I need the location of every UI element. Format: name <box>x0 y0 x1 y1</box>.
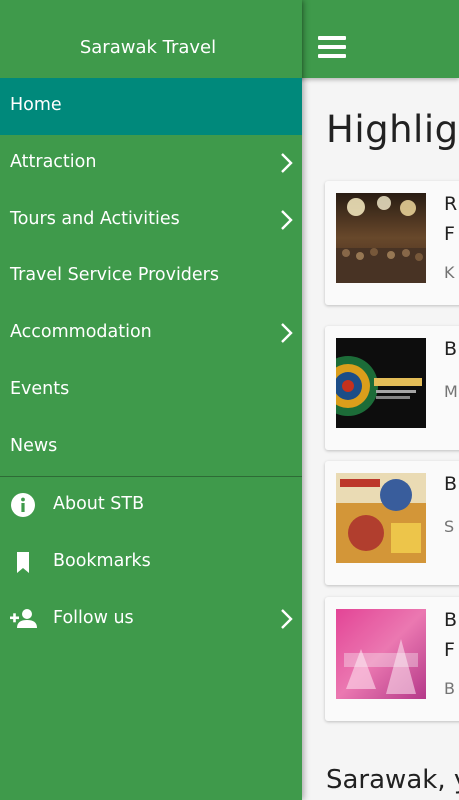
nav-item-attraction[interactable]: Attraction <box>0 135 302 192</box>
nav-item-label: Follow us <box>53 608 134 628</box>
nav-item-label: Events <box>10 379 70 399</box>
nav-item-label: Bookmarks <box>53 551 151 571</box>
nav-item-events[interactable]: Events <box>0 362 302 419</box>
nav-item-label: News <box>10 436 58 456</box>
nav-item-travel-service-providers[interactable]: Travel Service Providers <box>0 248 302 305</box>
nav-item-label: About STB <box>53 494 145 514</box>
drawer-title: Sarawak Travel <box>79 37 217 58</box>
nav-item-label: Attraction <box>10 152 97 172</box>
hamburger-menu-icon[interactable] <box>318 36 346 60</box>
nav-item-label: Travel Service Providers <box>10 265 219 285</box>
navigation-drawer: Sarawak Travel Home Attraction Tours and… <box>0 0 302 800</box>
nav-item-label: Home <box>10 95 62 115</box>
nav-item-accommodation[interactable]: Accommodation <box>0 305 302 362</box>
drawer-header: Sarawak Travel <box>0 0 302 78</box>
bookmark-icon <box>17 552 29 573</box>
drawer-scrim[interactable] <box>302 0 459 800</box>
nav-item-label: Accommodation <box>10 322 152 342</box>
chevron-right-icon <box>281 210 293 230</box>
nav-item-tours-and-activities[interactable]: Tours and Activities <box>0 192 302 249</box>
nav-item-label: Tours and Activities <box>10 209 180 229</box>
info-icon <box>11 493 35 517</box>
nav-item-news[interactable]: News <box>0 419 302 476</box>
chevron-right-icon <box>281 153 293 173</box>
add-person-icon <box>10 609 37 628</box>
nav-item-home[interactable]: Home <box>0 78 302 135</box>
chevron-right-icon <box>281 609 293 629</box>
nav-item-about-stb[interactable]: About STB <box>0 477 302 534</box>
nav-item-bookmarks[interactable]: Bookmarks <box>0 534 302 591</box>
nav-item-follow-us[interactable]: Follow us <box>0 591 302 648</box>
chevron-right-icon <box>281 323 293 343</box>
